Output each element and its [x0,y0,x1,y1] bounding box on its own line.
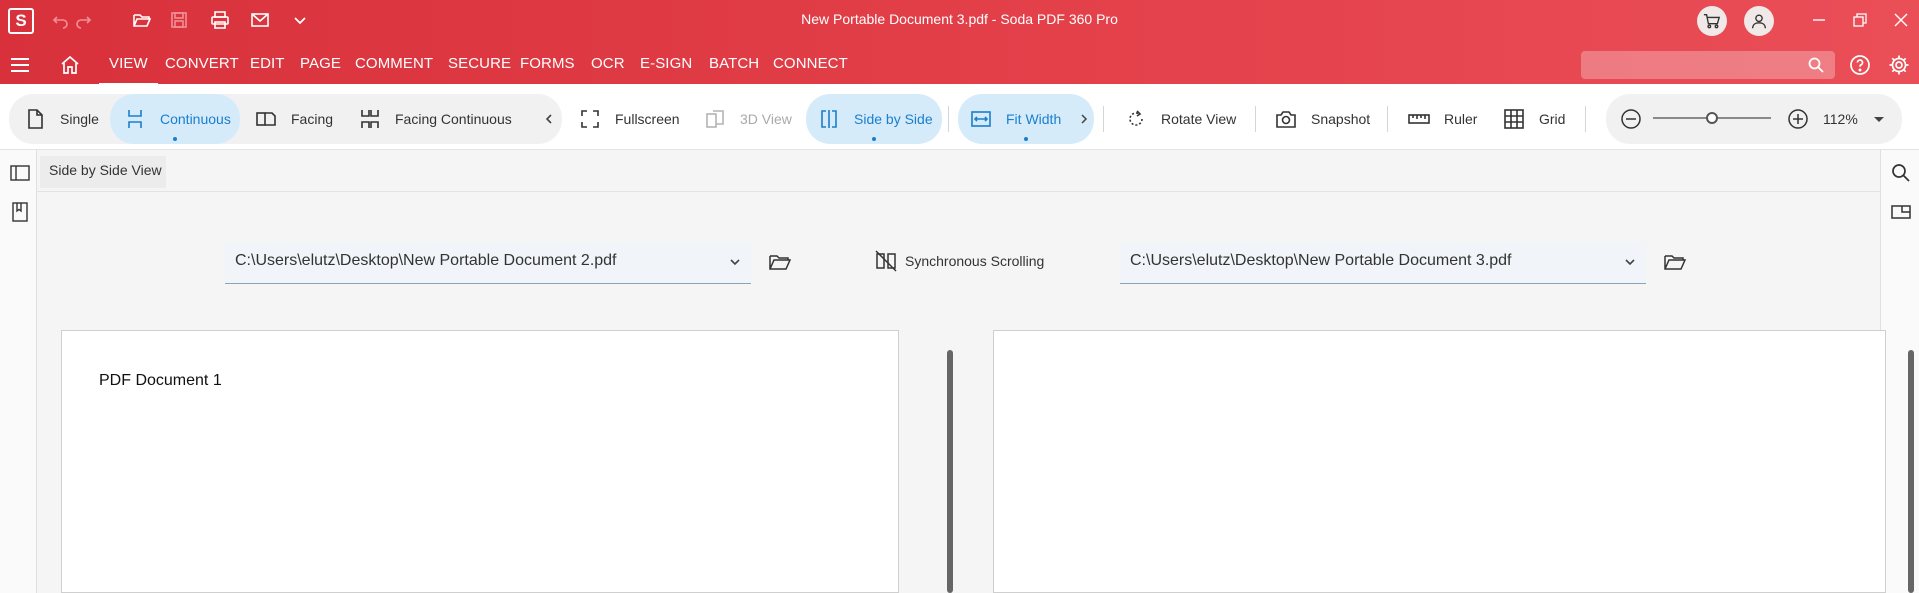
facing-icon [256,112,276,126]
menu-bar: VIEW CONVERT EDIT PAGE COMMENT SECURE FO… [0,48,1919,87]
menu-esign[interactable]: E-SIGN [640,55,692,72]
restore-icon[interactable] [1848,9,1872,31]
facing-continuous-icon [361,110,379,128]
3d-view-icon [706,110,724,128]
menu-convert[interactable]: CONVERT [165,55,239,72]
menu-page[interactable]: PAGE [300,55,341,72]
window-title: New Portable Document 3.pdf - Soda PDF 3… [801,11,1118,27]
continuous-button[interactable]: Continuous [110,94,240,144]
page-text: PDF Document 1 [99,372,222,389]
chevron-right-icon [1081,114,1088,124]
sync-scroll-label: Synchronous Scrolling [905,253,1045,269]
zoom-in-icon[interactable] [1787,108,1809,130]
continuous-icon [128,110,142,128]
fit-width-icon [971,111,991,127]
chevron-left-icon [545,114,552,124]
toolbar-divider [1103,106,1104,132]
grid-button[interactable]: Grid [1503,94,1568,144]
search-icon[interactable] [1807,56,1825,74]
ruler-icon [1408,114,1430,124]
right-scrollbar[interactable] [1908,350,1914,593]
left-document-path: C:\Users\elutz\Desktop\New Portable Docu… [235,252,617,269]
toolbar-divider [948,106,949,132]
synchronous-scrolling-toggle[interactable]: Synchronous Scrolling [873,248,1044,274]
menu-forms[interactable]: FORMS [520,55,575,72]
rotate-view-button[interactable]: Rotate View [1125,94,1240,144]
tab-side-by-side-view[interactable]: Side by Side View [40,156,166,188]
zoom-dropdown-caret-icon[interactable] [1872,112,1886,126]
grid-icon [1504,109,1524,129]
chevron-down-icon [1625,259,1635,266]
title-bar: S New Portable Document 3.pdf - Soda PDF… [0,0,1919,40]
fit-width-button[interactable]: Fit Width [958,94,1094,144]
ruler-button[interactable]: Ruler [1408,94,1478,144]
sync-scroll-off-icon [875,250,897,272]
toolbar-divider [1387,106,1388,132]
panel-toggle-icon[interactable] [1890,201,1912,223]
hamburger-menu-icon[interactable] [9,56,31,74]
minimize-icon[interactable] [1807,9,1831,31]
right-document-page [993,330,1886,593]
settings-gear-icon[interactable] [1888,54,1910,76]
facing-button[interactable]: Facing [255,94,340,144]
zoom-level[interactable]: 112% [1823,111,1858,127]
camera-icon [1276,111,1296,128]
help-icon[interactable] [1849,54,1871,76]
title-and-menu-band: S New Portable Document 3.pdf - Soda PDF… [0,0,1919,87]
fullscreen-icon [581,110,599,128]
left-document-path-select[interactable]: C:\Users\elutz\Desktop\New Portable Docu… [225,242,751,284]
snapshot-button[interactable]: Snapshot [1275,94,1385,144]
view-toolbar: Single Continuous Facing Facing Continuo… [0,84,1919,150]
zoom-out-icon[interactable] [1620,108,1642,130]
toolbar-divider [1255,106,1256,132]
account-icon[interactable] [1744,6,1774,36]
side-by-side-icon [821,110,837,128]
search-input[interactable] [1581,51,1835,79]
close-icon[interactable] [1889,9,1913,31]
cart-icon[interactable] [1697,6,1727,36]
menu-view[interactable]: VIEW [99,55,158,87]
left-document-page: PDF Document 1 [61,330,899,593]
search-icon[interactable] [1890,162,1912,184]
left-panel-strip [0,150,37,593]
single-page-icon [28,109,43,129]
toolbar-divider [1585,106,1586,132]
right-document-path: C:\Users\elutz\Desktop\New Portable Docu… [1130,252,1512,269]
left-scrollbar[interactable] [947,350,953,593]
zoom-slider-handle[interactable] [1706,112,1718,124]
facing-continuous-button[interactable]: Facing Continuous [359,94,519,144]
home-icon[interactable] [58,53,82,77]
menu-secure[interactable]: SECURE [448,55,511,72]
rotate-icon [1129,110,1143,126]
menu-edit[interactable]: EDIT [250,55,285,72]
tab-divider [37,191,1880,192]
sidebar-panel-icon[interactable] [9,162,31,184]
open-folder-icon[interactable] [767,250,793,274]
menu-connect[interactable]: CONNECT [773,55,848,72]
bookmark-panel-icon[interactable] [9,201,31,223]
menu-ocr[interactable]: OCR [591,55,625,72]
side-by-side-button[interactable]: Side by Side [806,94,942,144]
menu-comment[interactable]: COMMENT [355,55,433,72]
chevron-down-icon [730,259,740,266]
3d-view-button[interactable]: 3D View [704,94,794,144]
scroll-left-button[interactable] [538,94,554,144]
open-folder-icon[interactable] [1662,250,1688,274]
menu-batch[interactable]: BATCH [709,55,759,72]
fullscreen-button[interactable]: Fullscreen [579,94,680,144]
single-page-button[interactable]: Single [24,94,104,144]
right-document-path-select[interactable]: C:\Users\elutz\Desktop\New Portable Docu… [1120,242,1646,284]
